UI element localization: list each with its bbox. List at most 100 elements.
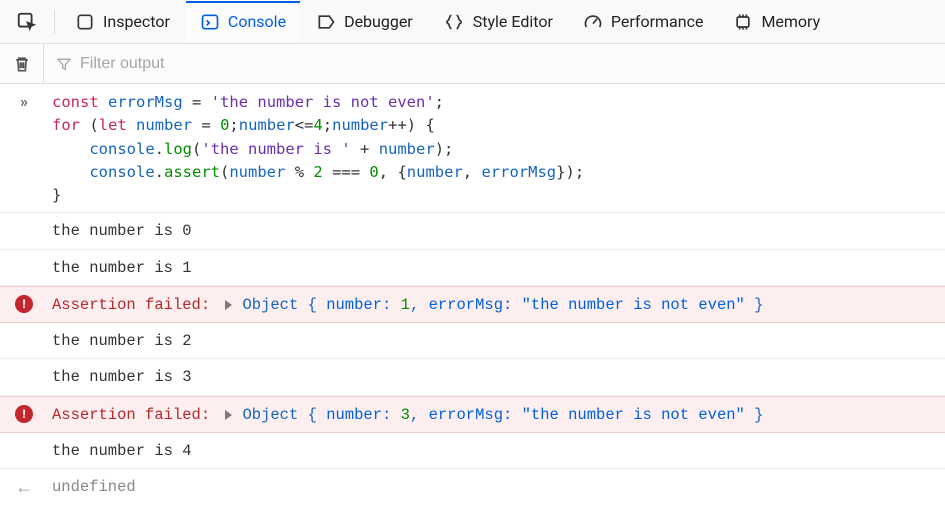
ident: errorMsg [481,163,556,181]
console-icon [200,12,220,32]
tab-console[interactable]: Console [186,1,300,43]
op: + [360,140,369,158]
ident: errorMsg [108,93,183,111]
assertion-content: Assertion failed: Object { number: 3, er… [48,402,945,427]
filter-output-input[interactable] [80,55,933,73]
ident: console [89,140,154,158]
punct: , [463,163,472,181]
assertion-label: Assertion failed: [52,296,210,314]
punct: { [397,163,406,181]
return-arrow-icon: ← [15,477,33,498]
expand-triangle-icon[interactable] [225,410,232,420]
log-message: the number is 1 [48,255,945,280]
console-log-row: the number is 1 [0,250,945,286]
log-message: the number is 2 [48,328,945,353]
console-toolbar [0,44,945,84]
return-value: undefined [48,474,945,499]
funnel-icon [56,56,72,72]
tab-performance-label: Performance [611,12,704,31]
obj-key: number: [326,406,391,424]
filter-box [44,55,945,73]
console-log-row: the number is 0 [0,213,945,249]
error-icon: ! [15,295,33,313]
punct: ( [192,140,201,158]
prop: log [164,140,192,158]
op: = [201,116,210,134]
obj-word: Object [242,296,298,314]
punct: . [155,140,164,158]
comma: , [410,296,419,314]
tab-inspector-label: Inspector [103,12,170,31]
op: = [192,93,201,111]
brace: } [754,406,763,424]
punct: , [379,163,388,181]
ident: console [89,163,154,181]
console-assertion-row[interactable]: ! Assertion failed: Object { number: 1, … [0,286,945,323]
console-assertion-row[interactable]: ! Assertion failed: Object { number: 3, … [0,396,945,433]
tab-style-editor[interactable]: Style Editor [429,1,567,43]
console-log-row: the number is 2 [0,323,945,359]
element-picker-button[interactable] [6,1,48,43]
ident: number [332,116,388,134]
tab-performance[interactable]: Performance [569,1,718,43]
ident: number [239,116,295,134]
punct: ; [323,116,332,134]
num: 2 [313,163,322,181]
gutter [0,218,48,221]
inspector-icon [75,12,95,32]
tab-memory[interactable]: Memory [719,1,820,43]
log-message: the number is 0 [48,218,945,243]
gutter [0,364,48,367]
console-output[interactable]: » const errorMsg = 'the number is not ev… [0,84,945,504]
op: % [295,163,304,181]
trash-icon [12,54,32,74]
tab-debugger[interactable]: Debugger [302,1,427,43]
tab-memory-label: Memory [761,12,820,31]
console-input-row: » const errorMsg = 'the number is not ev… [0,84,945,213]
prop: assert [164,163,220,181]
gutter [0,255,48,258]
gutter: ! [0,292,48,313]
op: === [332,163,360,181]
memory-icon [733,12,753,32]
tab-inspector[interactable]: Inspector [61,1,184,43]
punct: ) [435,140,444,158]
console-log-row: the number is 3 [0,359,945,395]
obj-key: errorMsg: [429,406,513,424]
punct: ) [407,116,416,134]
obj-str: "the number is not even" [522,296,745,314]
clear-console-button[interactable] [0,44,44,84]
object-dump[interactable]: Object { number: 3, errorMsg: "the numbe… [242,406,763,424]
console-log-row: the number is 4 [0,433,945,469]
gutter: ← [0,474,48,498]
kw: const [52,93,99,111]
obj-key: number: [326,296,391,314]
string: 'the number is not even' [211,93,435,111]
console-return-row: ← undefined [0,469,945,504]
punct: ; [435,93,444,111]
punct: ; [229,116,238,134]
punct: { [425,116,434,134]
brace: { [308,296,317,314]
gutter: ! [0,402,48,423]
object-dump[interactable]: Object { number: 1, errorMsg: "the numbe… [242,296,763,314]
log-message: the number is 3 [48,364,945,389]
obj-word: Object [242,406,298,424]
punct: ) [565,163,574,181]
tab-style-editor-label: Style Editor [473,12,553,31]
brace: } [754,296,763,314]
devtools-tabbar: Inspector Console Debugger Style Editor … [0,0,945,44]
op: <= [295,116,314,134]
gutter [0,328,48,331]
ident: number [136,116,192,134]
expand-triangle-icon[interactable] [225,300,232,310]
style-editor-icon [443,12,465,32]
obj-num: 3 [401,406,410,424]
assertion-content: Assertion failed: Object { number: 1, er… [48,292,945,317]
string: 'the number is ' [201,140,350,158]
console-input-code[interactable]: const errorMsg = 'the number is not even… [48,89,945,207]
brace: { [308,406,317,424]
punct: ( [89,116,98,134]
ident: number [229,163,285,181]
op: ++ [388,116,407,134]
